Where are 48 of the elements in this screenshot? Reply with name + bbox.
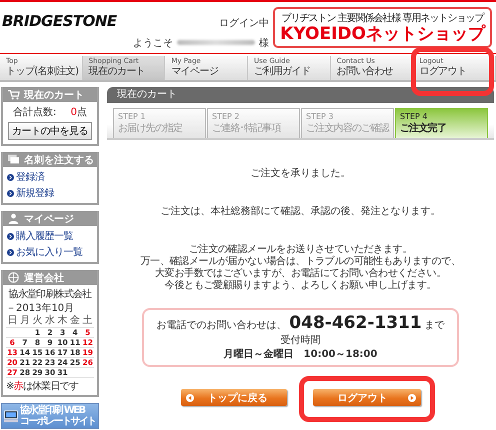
sidebar-link[interactable]: 新規登録: [7, 186, 93, 200]
company-name: 協永堂印刷株式会社: [8, 288, 93, 301]
welcome-text: ようこそ: [133, 36, 174, 50]
sidebar-link[interactable]: 登録済: [7, 170, 93, 184]
contact-lead: お電話でのお問い合わせは、: [156, 318, 286, 332]
sidebar-link[interactable]: お気に入り一覧: [7, 245, 93, 259]
cart-icon: [7, 89, 20, 100]
weekday-label: 金: [69, 315, 82, 327]
bullet-icon: [7, 190, 14, 196]
card-icon: [7, 154, 20, 165]
weekday-label: 日: [6, 315, 18, 327]
business-hours: 月曜日～金曜日 10:00～18:00: [224, 348, 378, 361]
weekday-label: 火: [31, 315, 44, 327]
section-title: 現在のカート: [117, 89, 177, 100]
message-text: ご注文を承りました。: [250, 166, 350, 180]
shop-tagline: ブリヂストン 主要関係会社様 専用ネットショップ: [281, 12, 484, 24]
panel-title: 運営会社: [24, 272, 64, 284]
count-value: 0点: [70, 106, 87, 119]
calendar-note: ※赤は休業日です: [6, 380, 80, 393]
left-arrow-icon: [186, 394, 194, 402]
brand-logo: BRIDGESTONE: [2, 12, 118, 30]
contact-suffix: まで: [424, 319, 445, 332]
view-cart-button[interactable]: カートの中を見る: [8, 122, 92, 140]
weekday-label: 木: [56, 315, 69, 327]
message-text: ご注文は、本社総務部にて確認、承認の後、発注となります。: [160, 204, 440, 218]
panel-title: 名刺を注文する: [24, 153, 94, 166]
hours-label: 受付時間: [280, 334, 320, 347]
panel-title: 現在のカート: [24, 88, 84, 102]
globe-icon: [7, 272, 20, 283]
weekday-label: 土: [82, 315, 94, 327]
bullet-icon: [7, 174, 14, 180]
right-arrow-icon: [408, 394, 416, 402]
person-icon: [7, 213, 20, 224]
weekday-label: 水: [44, 315, 56, 327]
shop-name: KYOEIDOネットショップ: [280, 25, 485, 44]
phone-number: 048-462-1311: [289, 313, 422, 333]
bullet-icon: [7, 232, 14, 240]
sidebar-link[interactable]: 購入履歴一覧: [7, 229, 93, 243]
computer-icon: [4, 410, 18, 422]
honorific-text: 様: [259, 36, 270, 50]
calendar-month: －2013年10月: [6, 302, 76, 314]
notice-paragraph: ご注文の確認メールをお送りさせていただきます。 万一、確認メールが届かない場合は、トラブルの可能性もありますので、 大変お手数ではございますが、お電話にてお問い合わせください。 今後ともご愛顧賜りますよう、よろしくお願い申し上げます。: [140, 244, 461, 292]
weekday-label: 月: [18, 315, 31, 327]
login-status: ログイン中: [219, 16, 270, 30]
panel-title: マイページ: [24, 212, 74, 226]
bullet-icon: [7, 248, 14, 256]
count-label: 合計点数:: [13, 106, 56, 119]
shop-banner[interactable]: ブリヂストン 主要関係会社様 専用ネットショップ KYOEIDOネットショップ: [273, 7, 492, 48]
